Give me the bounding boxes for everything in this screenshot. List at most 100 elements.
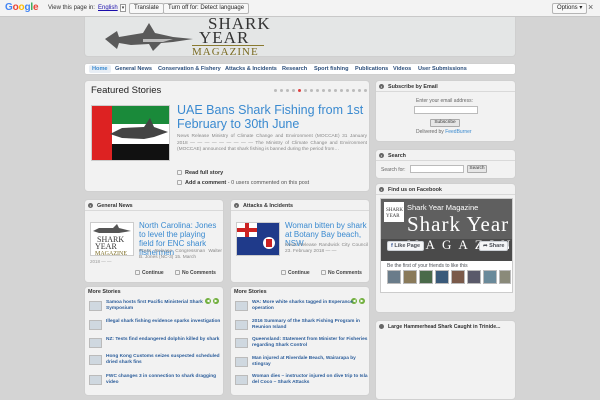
nav-item-conservation[interactable]: Conservation & Fishery [158,66,221,72]
magazine-logo-icon: SHARK YEAR MAGAZINE [91,223,133,255]
facebook-cover[interactable]: SHARK YEAR Shark Year Magazine Shark Yea… [381,199,512,261]
friends-text: Be the first of your friends to like thi… [387,263,468,269]
options-button[interactable]: Options ▾ [552,3,588,14]
close-icon[interactable]: × [588,2,593,12]
friend-avatar[interactable] [419,270,433,284]
turn-off-button[interactable]: Turn off for: Detect language [163,3,250,14]
slider-dot[interactable] [364,89,367,92]
slider-dot[interactable] [286,89,289,92]
friend-avatar[interactable] [435,270,449,284]
read-full-story-link[interactable]: Read full story [177,170,223,176]
bullet-icon: • [379,187,384,192]
subscribe-button[interactable]: Subscribe [430,119,460,127]
list-item[interactable]: Illegal shark fishing evidence sparks in… [89,319,225,334]
uae-flag-shark-image[interactable] [91,105,170,161]
story-thumbnail [89,338,102,348]
list-item[interactable]: Queensland: Statement from Minister for … [235,337,371,352]
general-news-thumbnail[interactable]: SHARK YEAR MAGAZINE [90,222,134,256]
comments-link[interactable]: No Comments [321,270,362,276]
translate-button[interactable]: Translate [129,3,164,14]
story-link[interactable]: Queensland: Statement from Minister for … [252,337,370,349]
friend-avatar[interactable] [467,270,481,284]
story-link[interactable]: Samoa hosts first Pacific Ministerial Sh… [106,300,224,312]
slider-dot[interactable] [328,89,331,92]
search-button[interactable]: Search [467,165,487,173]
story-link[interactable]: 2016 Summary of the Shark Fishing Progra… [252,319,370,331]
continue-label: Continue [288,270,310,276]
comments-link[interactable]: No Comments [175,270,216,276]
email-field[interactable] [414,106,478,114]
nav-item-attacks[interactable]: Attacks & Incidents [225,66,277,72]
add-comment-link[interactable]: Add a comment [185,180,226,186]
nav-item-user-submissions[interactable]: User Submissions [418,66,467,72]
list-item[interactable]: NZ: Tests find endangered dolphin killed… [89,337,225,352]
comment-line: Add a comment - 0 users commented on thi… [177,180,309,186]
continue-link[interactable]: Continue [281,270,310,276]
story-link[interactable]: Woman dies – instructor injured on dive … [252,374,370,386]
friend-avatar[interactable] [499,270,511,284]
share-label: Share [489,243,505,249]
list-item[interactable]: FWC changes 3 in connection to shark dra… [89,374,225,389]
share-button[interactable]: ➦ Share [479,241,509,251]
friend-avatar[interactable] [451,270,465,284]
list-item[interactable]: Hong Kong Customs seizes suspected sched… [89,354,225,369]
story-link[interactable]: NZ: Tests find endangered dolphin killed… [106,337,224,343]
slider-dot-active[interactable] [298,89,301,92]
general-news-box: • General News SHARK YEAR MAGAZINE North … [84,199,224,283]
featured-title-link[interactable]: UAE Bans Shark Fishing from 1st February… [177,103,367,131]
story-link[interactable]: WA: More white sharks tagged in Esperanc… [252,300,370,312]
slider-dot[interactable] [340,89,343,92]
list-item[interactable]: Samoa hosts first Pacific Ministerial Sh… [89,300,225,315]
nav-item-publications[interactable]: Publications [355,66,388,72]
slider-dot[interactable] [334,89,337,92]
nav-item-home[interactable]: Home [89,65,111,73]
video-title[interactable]: Large Hammerhead Shark Caught in Trinide… [388,324,500,330]
list-item[interactable]: WA: More white sharks tagged in Esperanc… [235,300,371,315]
slider-dot[interactable] [304,89,307,92]
slider-dot[interactable] [358,89,361,92]
story-link[interactable]: Man injured at Riverdale Beach, Wairarap… [252,356,370,368]
list-item[interactable]: Man injured at Riverdale Beach, Wairarap… [235,356,371,371]
facebook-page-name[interactable]: Shark Year Magazine [407,203,478,212]
subscribe-box: • Subscribe by Email Enter your email add… [375,80,516,142]
friend-avatar[interactable] [387,270,401,284]
list-item[interactable]: 2016 Summary of the Shark Fishing Progra… [235,319,371,334]
story-link[interactable]: Illegal shark fishing evidence sparks in… [106,319,224,325]
cover-title: Shark Year [407,212,510,236]
language-select[interactable]: English ▾ [98,4,127,12]
shark-logo-icon[interactable] [103,21,195,57]
slider-dot[interactable] [280,89,283,92]
nav-item-sport-fishing[interactable]: Sport fishing [314,66,349,72]
view-page-text: View this page in: [48,5,95,11]
story-thumbnail [235,301,248,311]
main-nav: Home General News Conservation & Fishery… [84,63,516,75]
slider-dot[interactable] [310,89,313,92]
search-heading-text: Search [388,153,406,159]
nav-item-videos[interactable]: Videos [393,66,411,72]
story-link[interactable]: Hong Kong Customs seizes suspected sched… [106,354,224,366]
slider-dot[interactable] [346,89,349,92]
site-logo[interactable]: SHARK YEAR MAGAZINE [192,15,271,58]
search-input[interactable] [410,165,464,173]
nav-item-general-news[interactable]: General News [115,66,152,72]
slider-dot[interactable] [274,89,277,92]
story-link[interactable]: FWC changes 3 in connection to shark dra… [106,374,224,386]
list-item[interactable]: Woman dies – instructor injured on dive … [235,374,371,389]
svg-text:YEAR: YEAR [386,214,400,219]
comments-label: No Comments [328,270,362,276]
more-stories-right: More Stories ◀ ▶ WA: More white sharks ta… [230,286,370,396]
friend-avatar[interactable] [403,270,417,284]
like-page-button[interactable]: f Like Page [387,241,425,251]
feedburner-link[interactable]: FeedBurner [445,129,471,135]
slider-dot[interactable] [316,89,319,92]
slider-dot[interactable] [352,89,355,92]
continue-label: Continue [142,270,164,276]
nav-item-research[interactable]: Research [282,66,307,72]
continue-link[interactable]: Continue [135,270,164,276]
attacks-thumbnail[interactable] [236,222,280,256]
friend-avatar[interactable] [483,270,497,284]
search-box: • Search Search for: Search [375,149,516,179]
general-news-date: 2018 — — [90,259,112,264]
slider-dot[interactable] [292,89,295,92]
slider-dot[interactable] [322,89,325,92]
